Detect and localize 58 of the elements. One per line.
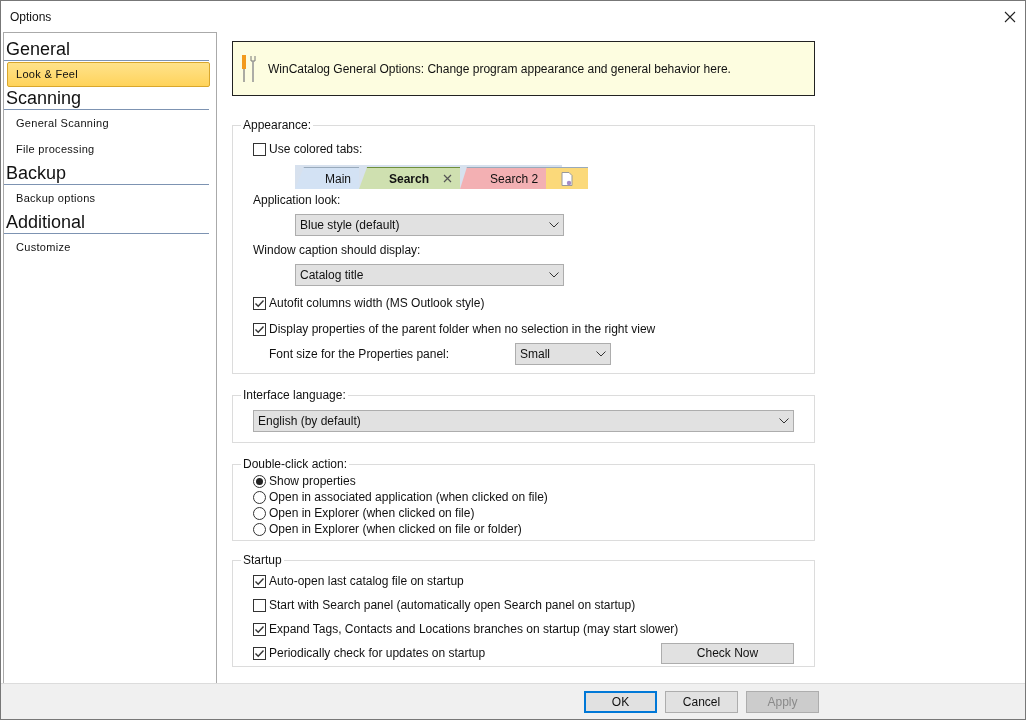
checkbox-label: Start with Search panel (automatically open Search panel on startup) <box>269 597 636 614</box>
checkbox[interactable] <box>253 574 266 588</box>
group-title: Interface language: <box>242 387 347 404</box>
banner-text: WinCatalog General Options: Change program appearance and general behavior here. <box>268 60 731 78</box>
preview-tab[interactable]: Main <box>295 167 359 189</box>
checkbox[interactable] <box>253 622 266 636</box>
dialog-button[interactable]: Cancel <box>665 690 738 713</box>
group-title: Double-click action: <box>242 456 349 473</box>
dropdown[interactable]: English (by default) <box>253 410 794 432</box>
group-title: Startup <box>242 552 283 569</box>
dropdown[interactable]: Catalog title <box>295 264 564 286</box>
chevron-down-icon <box>596 351 606 357</box>
sidebar-heading: Backup <box>4 163 209 185</box>
sidebar-heading: Additional <box>4 212 209 234</box>
group-title: Appearance: <box>242 117 313 134</box>
radio-label: Open in associated application (when clicked on file) <box>269 489 548 506</box>
checkbox-label: Display properties of the parent folder when no selection in the right view <box>269 321 656 338</box>
check-now-button[interactable]: Check Now <box>661 642 794 664</box>
window-title: Options <box>10 8 52 26</box>
radio-button[interactable] <box>253 506 266 520</box>
preview-tab[interactable]: Search <box>359 167 461 189</box>
sidebar-item[interactable]: General Scanning <box>7 111 210 136</box>
checkbox[interactable] <box>253 296 266 310</box>
radio-label: Open in Explorer (when clicked on file) <box>269 505 475 522</box>
checkbox-label: Autofit columns width (MS Outlook style) <box>269 295 485 312</box>
checkbox-label: Periodically check for updates on startup <box>269 645 486 662</box>
sidebar-item[interactable]: Customize <box>7 235 210 260</box>
dropdown[interactable]: Small <box>515 343 611 365</box>
sidebar-heading: General <box>4 39 209 61</box>
field-label: Font size for the Properties panel: <box>269 346 451 363</box>
radio-button[interactable] <box>253 522 266 536</box>
checkbox[interactable] <box>253 322 266 336</box>
chevron-down-icon <box>549 222 559 228</box>
radio-label: Open in Explorer (when clicked on file or folder) <box>269 521 522 538</box>
preview-tab[interactable] <box>546 167 589 189</box>
checkbox[interactable] <box>253 598 266 612</box>
checkbox-label: Auto-open last catalog file on startup <box>269 573 464 590</box>
field-label: Application look: <box>253 192 342 209</box>
tools-icon <box>240 53 258 84</box>
sidebar-item[interactable]: Look & Feel <box>7 62 210 87</box>
close-icon[interactable] <box>1004 10 1016 23</box>
checkbox-label: Use colored tabs: <box>269 141 363 158</box>
checkbox[interactable] <box>253 142 266 156</box>
checkbox[interactable] <box>253 646 266 660</box>
sidebar-item[interactable]: File processing <box>7 137 210 162</box>
radio-button[interactable] <box>253 474 266 488</box>
dropdown[interactable]: Blue style (default) <box>295 214 564 236</box>
chevron-down-icon <box>779 418 789 424</box>
radio-button[interactable] <box>253 490 266 504</box>
chevron-down-icon <box>549 272 559 278</box>
sidebar-heading: Scanning <box>4 88 209 110</box>
radio-label: Show properties <box>269 473 356 490</box>
document-icon <box>561 171 574 186</box>
field-label: Window caption should display: <box>253 242 422 259</box>
sidebar-item[interactable]: Backup options <box>7 186 210 211</box>
dialog-button[interactable]: OK <box>584 690 657 713</box>
checkbox-label: Expand Tags, Contacts and Locations branches on startup (may start slower) <box>269 621 679 638</box>
preview-tab[interactable]: Search 2 <box>460 167 547 189</box>
